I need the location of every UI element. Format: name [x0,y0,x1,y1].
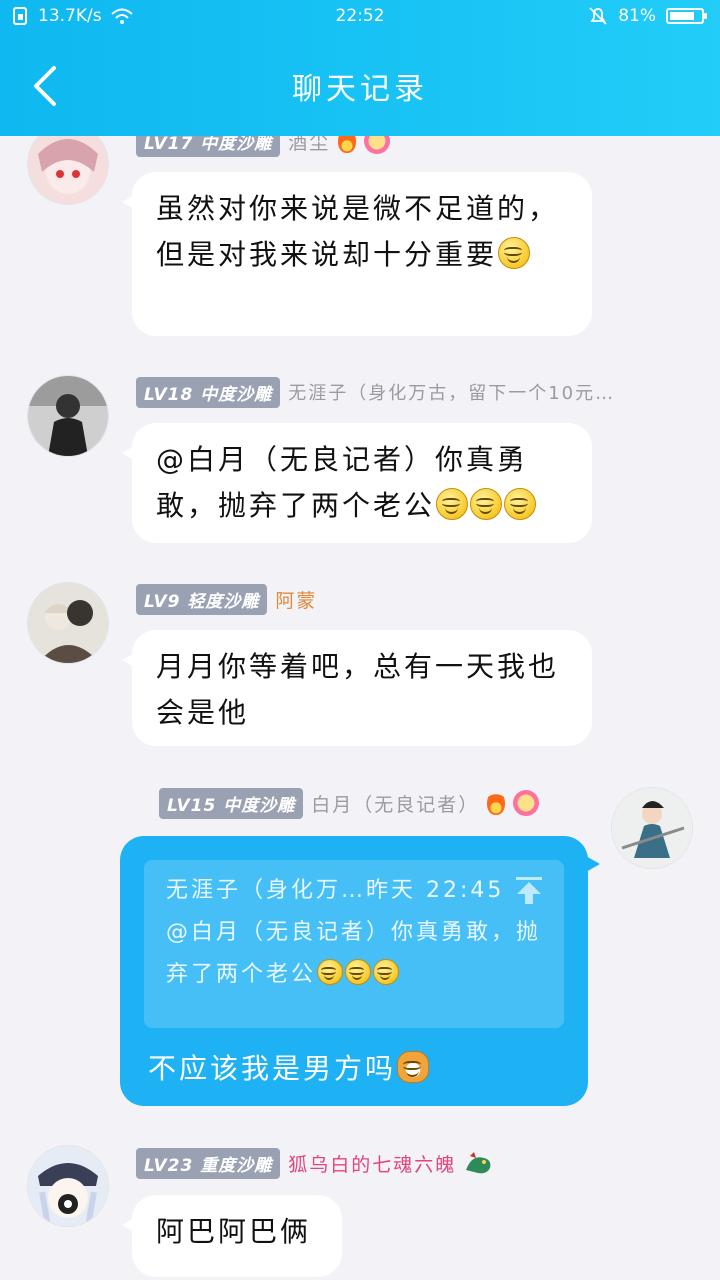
avatar[interactable] [28,1146,108,1226]
smirk-emoji-icon [317,959,344,985]
battery-icon [666,8,707,24]
level-badge: LV9 轻度沙雕 [136,583,268,615]
message-bubble[interactable]: 阿巴阿巴俩 [122,1195,342,1277]
level-badge: LV23 重度沙雕 [136,1147,281,1179]
sender-meta: LV23 重度沙雕 狐乌白的七魂六魄 [136,1147,494,1179]
smirk-emoji-icon [373,959,400,985]
sender-name[interactable]: 白月（无良记者） [311,790,479,817]
sender-meta: LV15 中度沙雕 白月（无良记者） [159,787,540,819]
face-badge-icon [513,790,540,816]
message-bubble[interactable]: 无涯子（身化万…昨天 22:45 @白月（无良记者）你真勇敢，抛弃了两个老公 不… [120,836,600,1106]
reply-quote[interactable]: 无涯子（身化万…昨天 22:45 @白月（无良记者）你真勇敢，抛弃了两个老公 [144,860,564,1028]
sender-name[interactable]: 狐乌白的七魂六魄 [288,1150,456,1177]
smirk-emoji-icon [345,959,372,985]
level-badge: LV18 中度沙雕 [136,376,281,408]
message-bubble[interactable]: @白月（无良记者）你真勇敢，抛弃了两个老公 [122,423,592,543]
header: 13.7K/s 22:52 81% 聊天记录 [0,0,720,136]
avatar[interactable] [28,376,108,456]
quote-time: 昨天 22:45 [366,878,505,903]
message-bubble[interactable]: 月月你等着吧，总有一天我也会是他 [122,630,592,746]
sender-meta: LV9 轻度沙雕 阿蒙 [136,583,317,615]
page-title: 聊天记录 [292,72,428,107]
smirk-emoji-icon [470,488,503,520]
sender-name[interactable]: 阿蒙 [275,586,317,613]
quote-author: 无涯子（身化万… [166,878,367,903]
message-text: 不应该我是男方吗 [148,1052,397,1085]
shiba-emoji-icon [397,1051,430,1083]
level-badge: LV15 中度沙雕 [159,787,304,819]
status-bar: 13.7K/s 22:52 81% [0,0,720,34]
smirk-emoji-icon [504,488,537,520]
title-bar: 聊天记录 [0,50,720,120]
dragon-badge-icon [466,1152,491,1174]
battery-percent: 81% [618,6,656,26]
jump-to-message-button[interactable] [516,877,542,905]
smirk-emoji-icon [498,237,531,269]
arrow-up-icon [516,877,542,904]
flame-icon [487,791,506,815]
avatar[interactable] [28,583,108,663]
sender-name[interactable]: 无涯子（身化万古，留下一个10元… [288,379,615,405]
message-text: 阿巴阿巴俩 [156,1215,312,1248]
smirk-emoji-icon [436,488,469,520]
avatar[interactable] [612,788,692,868]
avatar[interactable] [28,124,108,204]
message-bubble[interactable]: 虽然对你来说是微不足道的，但是对我来说却十分重要 [122,172,592,336]
mute-bell-icon [589,7,607,25]
sender-meta: LV18 中度沙雕 无涯子（身化万古，留下一个10元… [136,376,615,408]
message-text: 月月你等着吧，总有一天我也会是他 [156,650,560,729]
